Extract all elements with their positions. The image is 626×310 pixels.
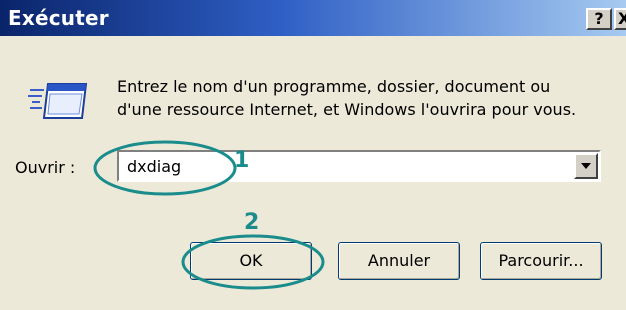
dropdown-button[interactable] bbox=[574, 153, 598, 179]
description: Entrez le nom d'un programme, dossier, d… bbox=[117, 75, 617, 121]
annotation-number-1: 1 bbox=[234, 148, 250, 173]
chevron-down-icon bbox=[581, 163, 591, 169]
close-button[interactable]: X bbox=[614, 8, 626, 30]
description-line-1: Entrez le nom d'un programme, dossier, d… bbox=[117, 77, 551, 96]
open-combobox[interactable]: dxdiag bbox=[117, 150, 601, 182]
open-label: Ouvrir : bbox=[15, 158, 76, 177]
open-input[interactable]: dxdiag bbox=[127, 157, 181, 176]
cancel-button[interactable]: Annuler bbox=[338, 242, 460, 280]
annotation-number-2: 2 bbox=[244, 210, 260, 235]
browse-button[interactable]: Parcourir... bbox=[480, 242, 602, 280]
ok-button[interactable]: OK bbox=[190, 242, 312, 280]
window-title: Exécuter bbox=[8, 6, 109, 30]
description-line-2: d'une ressource Internet, et Windows l'o… bbox=[117, 100, 577, 119]
run-dialog-icon bbox=[28, 82, 88, 122]
title-bar[interactable]: Exécuter ? X bbox=[0, 0, 626, 36]
help-button[interactable]: ? bbox=[586, 8, 612, 30]
